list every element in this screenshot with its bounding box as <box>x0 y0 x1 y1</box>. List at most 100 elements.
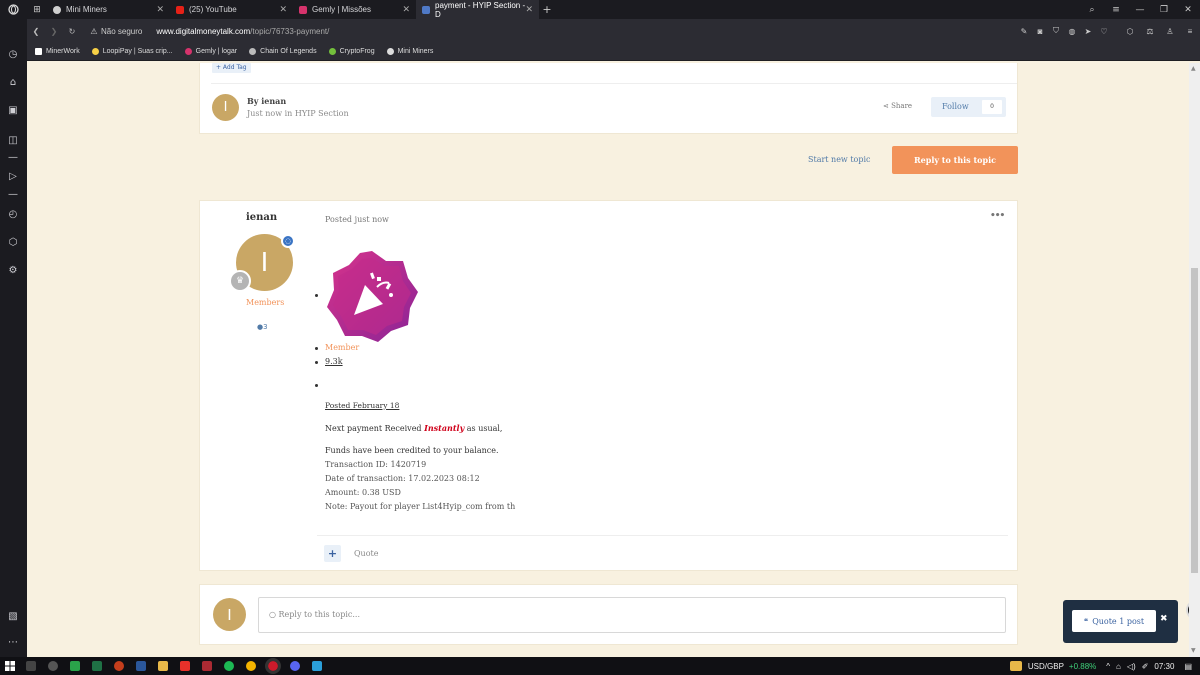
share-button[interactable]: ⋖ Share <box>883 102 912 110</box>
app-red-icon[interactable] <box>180 661 190 671</box>
add-tag-button[interactable]: + Add Tag <box>212 63 251 73</box>
multiquote-popup: ❝ Quote 1 post ✖ <box>1063 600 1178 643</box>
reputation-link[interactable]: 9.3k <box>325 357 343 366</box>
bookmark-minerwork[interactable]: MinerWork <box>35 48 80 55</box>
rank-badge-icon: ♛ <box>229 270 251 292</box>
multiquote-add-button[interactable]: + <box>324 545 341 562</box>
scroll-up-icon[interactable]: ▲ <box>1191 65 1196 72</box>
word-icon[interactable] <box>136 661 146 671</box>
opera-logo-icon[interactable] <box>0 0 27 19</box>
briefcase-icon[interactable]: ⌂ <box>7 77 19 89</box>
security-label[interactable]: Não seguro <box>101 27 142 36</box>
post-count[interactable]: ●3 <box>257 323 268 331</box>
extensions-icon[interactable]: ⬡ <box>1120 27 1140 36</box>
author-avatar[interactable]: I <box>212 94 239 121</box>
opera-taskbar-icon[interactable] <box>265 658 281 674</box>
chevron-up-icon[interactable]: ^ <box>1106 662 1110 671</box>
line1-suffix: as usual, <box>464 424 503 433</box>
scrollbar-thumb[interactable] <box>1191 268 1198 573</box>
shield-icon[interactable]: ⛉ <box>1048 26 1064 36</box>
search-tabs-icon[interactable]: ⌕ <box>1080 5 1104 15</box>
task-view-icon[interactable] <box>26 661 36 671</box>
close-icon[interactable]: ✕ <box>279 4 287 15</box>
history-icon[interactable]: ◴ <box>7 209 19 221</box>
more-icon[interactable]: ⋯ <box>7 637 19 649</box>
tab-gemly[interactable]: Gemly | Missões ✕ <box>293 0 416 19</box>
camera-icon[interactable]: ◙ <box>1032 27 1048 36</box>
new-tab-button[interactable]: + <box>539 3 555 16</box>
wallet-icon[interactable]: ⚖ <box>1140 27 1160 36</box>
minimize-icon[interactable]: — <box>1128 5 1152 15</box>
post-author-name[interactable]: ienan <box>246 212 277 223</box>
bookmark-mini-miners[interactable]: Mini Miners <box>386 48 433 55</box>
heart-icon[interactable]: ♡ <box>1096 27 1112 36</box>
network-icon[interactable]: ⌂ <box>1116 662 1121 671</box>
scroll-down-icon[interactable]: ▼ <box>1191 647 1196 654</box>
player-icon[interactable]: ▷ <box>7 171 19 183</box>
reply-editor-field[interactable]: ○ Reply to this topic... <box>258 597 1006 633</box>
bookmark-gemly[interactable]: Gemly | logar <box>184 48 237 55</box>
settings-icon[interactable]: ⚙ <box>7 265 19 277</box>
gallery-icon[interactable]: ▧ <box>7 611 19 623</box>
vpn-icon[interactable]: ◍ <box>1064 27 1080 36</box>
bookmark-label: LoopiPay | Suas crip... <box>102 48 173 55</box>
gemly-icon <box>184 48 192 55</box>
ticker-symbol[interactable]: USD/GBP <box>1028 662 1064 671</box>
topic-header-card: + Add Tag I By ienan Just now in HYIP Se… <box>199 63 1018 134</box>
close-icon[interactable]: ✕ <box>402 4 410 15</box>
file-explorer-icon[interactable] <box>158 661 168 671</box>
follow-button[interactable]: Follow 0 <box>931 97 1006 117</box>
quote-posts-button[interactable]: ❝ Quote 1 post <box>1072 610 1156 632</box>
discord-taskbar-icon[interactable] <box>290 661 300 671</box>
list-bullet <box>315 294 318 297</box>
by-author[interactable]: By ienan <box>247 96 286 106</box>
bookmark-chain-of-legends[interactable]: Chain Of Legends <box>249 48 317 55</box>
spotify-icon[interactable] <box>224 661 234 671</box>
menu-icon[interactable]: ≡ <box>1180 27 1200 36</box>
divider <box>317 535 1008 536</box>
page-scrollbar[interactable]: ▲ ▼ <box>1189 63 1200 657</box>
speed-dial-icon[interactable]: ◷ <box>7 49 19 61</box>
discord-icon[interactable]: ◫ <box>7 135 19 147</box>
windows-start-icon[interactable] <box>0 657 20 675</box>
app-green-icon[interactable] <box>70 661 80 671</box>
close-icon[interactable]: ✕ <box>525 4 533 15</box>
profile-icon[interactable]: ♙ <box>1160 27 1180 36</box>
forward-icon[interactable]: ❯ <box>45 27 63 36</box>
cube-icon[interactable]: ⬡ <box>7 237 19 249</box>
tab-payment[interactable]: payment - HYIP Section - D ✕ <box>416 0 539 19</box>
notifications-icon[interactable]: ▤ <box>1184 662 1192 671</box>
reply-to-topic-button[interactable]: Reply to this topic <box>892 146 1018 174</box>
url-field[interactable]: www.digitalmoneytalk.com/topic/76733-pay… <box>156 27 329 36</box>
volume-icon[interactable]: ◁) <box>1127 662 1136 671</box>
edit-icon[interactable]: ✎ <box>1016 27 1032 36</box>
easy-setup-icon[interactable]: ≡ <box>1104 5 1128 15</box>
back-icon[interactable]: ❮ <box>27 27 45 36</box>
start-new-topic-link[interactable]: Start new topic <box>808 155 871 164</box>
chrome-icon[interactable] <box>246 661 256 671</box>
bookmark-loopipay[interactable]: LoopiPay | Suas crip... <box>91 48 173 55</box>
tab-mini-miners[interactable]: Mini Miners ✕ <box>47 0 170 19</box>
excel-icon[interactable] <box>92 661 102 671</box>
list-bullet <box>315 347 318 350</box>
reload-icon[interactable]: ↻ <box>63 27 81 36</box>
gemly-app-icon[interactable] <box>202 661 212 671</box>
reply-placeholder-text: Reply to this topic... <box>278 610 360 619</box>
close-icon[interactable]: ✕ <box>156 4 164 15</box>
twitch-icon[interactable]: ▣ <box>7 105 19 117</box>
tab-menu-icon[interactable]: ⊞ <box>27 0 47 19</box>
clock[interactable]: 07:30 <box>1154 662 1174 671</box>
pen-icon[interactable]: ✐ <box>1142 662 1149 671</box>
bookmark-cryptofrog[interactable]: CryptoFrog <box>328 48 375 55</box>
quoted-posted-date[interactable]: Posted February 18 <box>325 401 399 410</box>
quote-button[interactable]: Quote <box>354 549 378 558</box>
tab-youtube[interactable]: (25) YouTube ✕ <box>170 0 293 19</box>
app-blue-icon[interactable] <box>312 661 322 671</box>
powerpoint-icon[interactable] <box>114 661 124 671</box>
send-icon[interactable]: ➤ <box>1080 27 1096 36</box>
window-close-icon[interactable]: ✕ <box>1176 5 1200 15</box>
steam-icon[interactable] <box>48 661 58 671</box>
close-quote-popup-icon[interactable]: ✖ <box>1160 614 1168 624</box>
restore-icon[interactable]: ❐ <box>1152 5 1176 15</box>
post-menu-icon[interactable]: ••• <box>990 211 1005 221</box>
